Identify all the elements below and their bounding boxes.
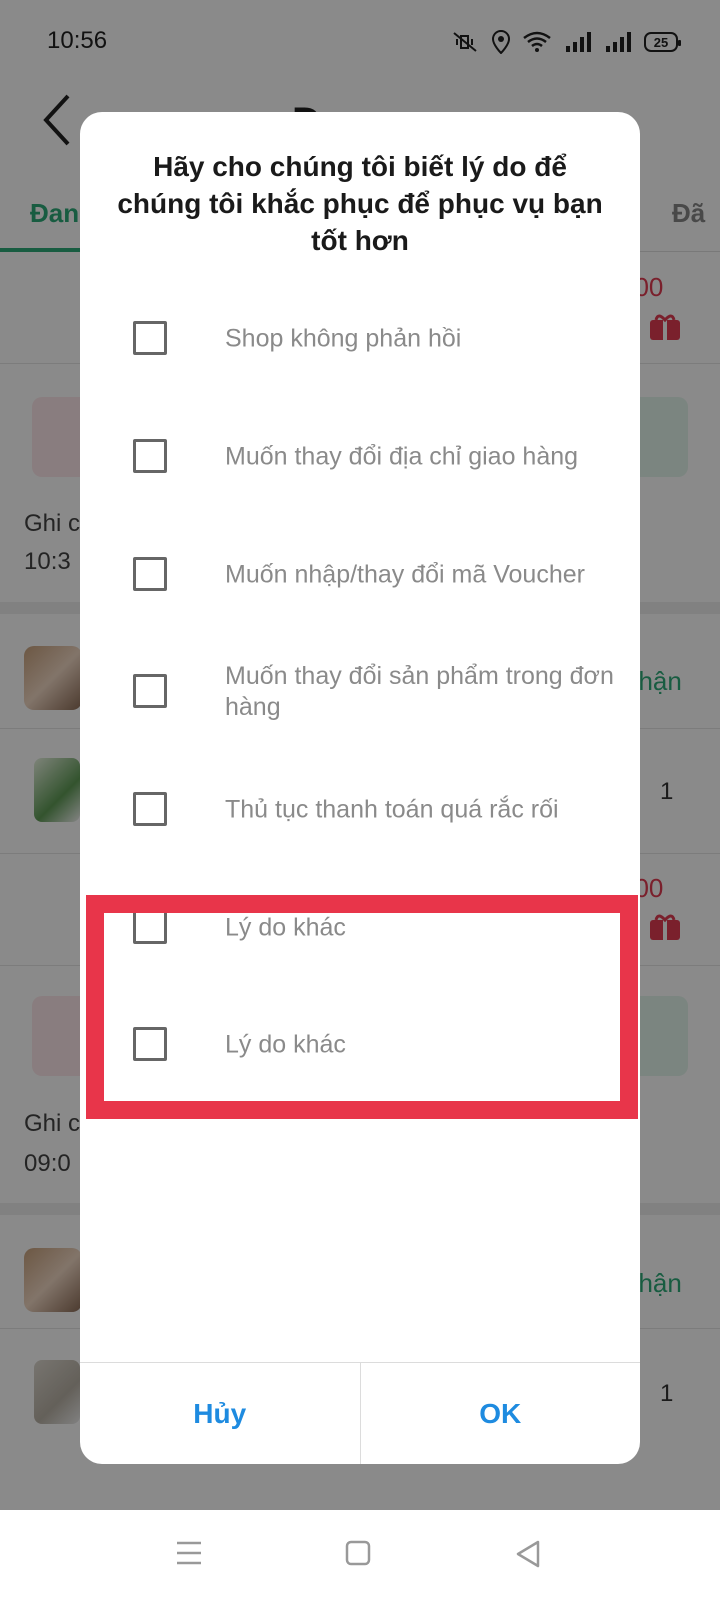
checkbox[interactable] — [133, 674, 167, 708]
dialog-title: Hãy cho chúng tôi biết lý do để chúng tô… — [117, 151, 603, 256]
checkbox[interactable] — [133, 439, 167, 473]
reason-option-payment[interactable]: Thủ tục thanh toán quá rắc rối — [80, 765, 640, 855]
dialog-actions: Hủy OK — [80, 1362, 640, 1464]
back-triangle-icon[interactable] — [515, 1540, 541, 1568]
cancel-reason-dialog: Hãy cho chúng tôi biết lý do để chúng tô… — [80, 112, 640, 1464]
reason-label: Muốn nhập/thay đổi mã Voucher — [225, 560, 585, 589]
highlight-annotation — [86, 895, 638, 1119]
recent-apps-icon[interactable] — [175, 1540, 203, 1566]
checkbox[interactable] — [133, 792, 167, 826]
home-icon[interactable] — [345, 1540, 371, 1566]
reason-option-change-address[interactable]: Muốn thay đổi địa chỉ giao hàng — [80, 412, 640, 502]
reason-label: Thủ tục thanh toán quá rắc rối — [225, 795, 559, 824]
ok-button[interactable]: OK — [359, 1363, 641, 1464]
reason-option-no-response[interactable]: Shop không phản hồi — [80, 294, 640, 384]
checkbox[interactable] — [133, 321, 167, 355]
checkbox[interactable] — [133, 557, 167, 591]
reason-label: Muốn thay đổi địa chỉ giao hàng — [225, 442, 579, 471]
cancel-button[interactable]: Hủy — [80, 1363, 360, 1464]
system-nav-bar — [0, 1510, 720, 1600]
reason-label: Muốn thay đổi sản phẩm trong đơn hàng — [225, 662, 614, 721]
reason-option-voucher[interactable]: Muốn nhập/thay đổi mã Voucher — [80, 530, 640, 620]
reason-option-change-product[interactable]: Muốn thay đổi sản phẩm trong đơn hàng — [80, 647, 640, 737]
reason-label: Shop không phản hồi — [225, 324, 462, 353]
